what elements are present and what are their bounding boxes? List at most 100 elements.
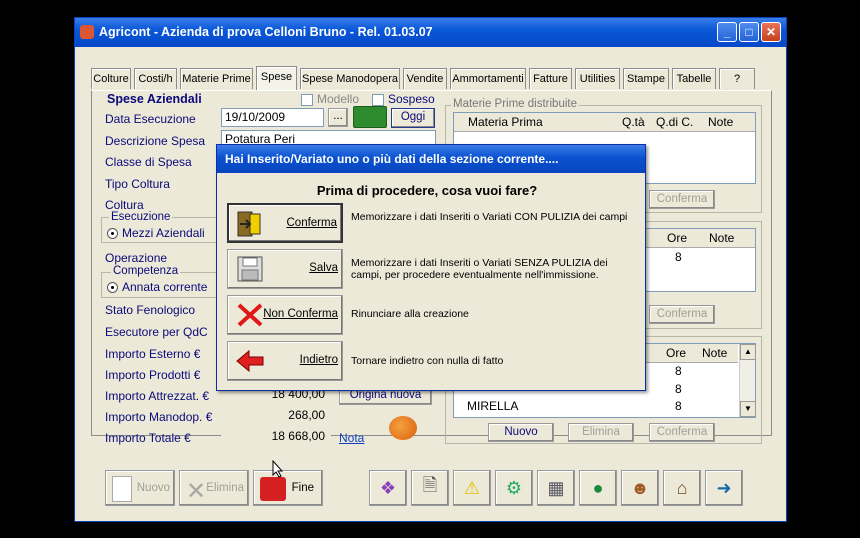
date-picker-button[interactable]: ...	[328, 108, 348, 127]
data-esecuzione-label: Data Esecuzione	[105, 112, 196, 126]
indietro-button[interactable]: Indietro	[227, 341, 343, 381]
tab-materie-prime[interactable]: Materie Prime	[180, 68, 253, 89]
tab-costi[interactable]: Costi/h	[134, 68, 177, 89]
descrizione-label: Descrizione Spesa	[105, 134, 206, 148]
document-search-icon[interactable]: 🗎	[411, 470, 449, 506]
col-note: Note	[708, 115, 734, 129]
conferma-button[interactable]: Conferma	[227, 203, 343, 243]
tab-vendite[interactable]: Vendite	[403, 68, 447, 89]
people-icon[interactable]: ⚙	[495, 470, 533, 506]
classe-label: Classe di Spesa	[105, 155, 192, 169]
calculator-icon[interactable]: ▦	[537, 470, 575, 506]
shop-icon[interactable]: ⌂	[663, 470, 701, 506]
tab-utilities[interactable]: Utilities	[575, 68, 620, 89]
tipo-coltura-label: Tipo Coltura	[105, 177, 170, 191]
materie-conferma-button[interactable]: Conferma	[649, 190, 715, 209]
col-materia-prima: Materia Prima	[468, 115, 543, 129]
non-conferma-desc: Rinunciare alla creazione	[351, 308, 469, 320]
col-note: Note	[702, 346, 728, 360]
minimize-icon[interactable]: _	[717, 22, 737, 42]
salva-button[interactable]: Salva	[227, 249, 343, 289]
red-x-icon	[234, 300, 266, 330]
materie-prime-header: Materia Prima Q.tà Q.di C. Note	[454, 113, 755, 132]
scrollbar[interactable]: ▲ ▼	[739, 344, 756, 417]
close-icon[interactable]: ✕	[761, 22, 781, 42]
elimina-button[interactable]: ✕ Elimina	[179, 470, 249, 506]
indietro-desc: Tornare indietro con nulla di fatto	[351, 355, 504, 367]
warning-icon[interactable]: ⚠	[453, 470, 491, 506]
nota-link[interactable]: Nota	[339, 431, 364, 445]
grid3-conferma-button[interactable]: Conferma	[649, 423, 715, 442]
help-book-icon[interactable]: ❖	[369, 470, 407, 506]
col-qdic: Q.di C.	[656, 115, 694, 129]
tab-colture[interactable]: Colture	[91, 68, 131, 89]
fine-button[interactable]: Fine	[253, 470, 323, 506]
nuovo-label: Nuovo	[136, 482, 170, 494]
door-enter-icon	[235, 209, 267, 239]
stato-fenologico-label: Stato Fenologico	[105, 303, 196, 317]
col-note: Note	[709, 231, 735, 245]
annata-corrente-radio[interactable]	[107, 282, 118, 293]
nuovo-row-button[interactable]: Nuovo	[488, 423, 554, 442]
table-row: 8	[675, 399, 682, 413]
tab-spese[interactable]: Spese	[256, 66, 297, 90]
group-title: Spese Aziendali	[107, 92, 202, 106]
data-esecuzione-field[interactable]: 19/10/2009	[221, 108, 324, 127]
esecutore-label: Esecutore per QdC	[105, 325, 208, 339]
importo-manodop-value: 268,00	[221, 407, 331, 426]
indietro-label: Indietro	[299, 354, 338, 366]
exit-door-icon[interactable]: ➜	[705, 470, 743, 506]
oggi-button[interactable]: Oggi	[391, 108, 435, 128]
salva-label: Salva	[309, 262, 338, 274]
money-icon[interactable]	[353, 106, 387, 128]
tab-help[interactable]: ?	[719, 68, 755, 89]
new-document-icon	[112, 476, 132, 502]
grid2-conferma-button[interactable]: Conferma	[649, 305, 715, 324]
esecuzione-title: Esecuzione	[109, 211, 173, 223]
scroll-up-icon[interactable]: ▲	[740, 344, 756, 360]
app-icon	[80, 25, 94, 39]
dialog-title: Hai Inserito/Variato uno o più dati dell…	[217, 145, 645, 173]
tab-tabelle[interactable]: Tabelle	[672, 68, 716, 89]
delete-x-icon: ✕	[186, 478, 207, 505]
dialog-question: Prima di procedere, cosa vuoi fare?	[316, 183, 538, 198]
back-arrow-icon	[234, 346, 266, 376]
importo-totale-value: 18 668,00	[221, 428, 331, 447]
maximize-icon[interactable]: □	[739, 22, 759, 42]
fine-label: Fine	[291, 482, 314, 494]
sospeso-checkbox[interactable]	[372, 94, 384, 106]
col-ore: Ore	[666, 346, 687, 360]
non-conferma-label: Non Conferma	[263, 308, 338, 320]
table-row-name: MIRELLA	[467, 399, 519, 413]
importo-totale-label: Importo Totale €	[105, 431, 191, 445]
elimina-label: Elimina	[206, 482, 244, 494]
window-title: Agricont - Azienda di prova Celloni Brun…	[99, 25, 433, 39]
pumpkin-icon[interactable]	[389, 416, 417, 440]
conferma-desc: Memorizzare i dati Inseriti o Variati CO…	[351, 211, 628, 223]
title-bar[interactable]: Agricont - Azienda di prova Celloni Brun…	[75, 18, 786, 47]
tab-ammortamenti[interactable]: Ammortamenti	[450, 68, 526, 89]
coltura-label: Coltura	[105, 198, 144, 212]
operazione-label: Operazione	[105, 251, 168, 265]
table-row: 8	[675, 250, 682, 264]
sospeso-label: Sospeso	[388, 92, 435, 106]
scroll-down-icon[interactable]: ▼	[740, 401, 756, 417]
globe-icon[interactable]: ●	[579, 470, 617, 506]
exit-box-icon	[260, 477, 286, 501]
tab-spese-manodopera[interactable]: Spese Manodopera	[300, 68, 400, 89]
tab-fatture[interactable]: Fatture	[529, 68, 572, 89]
nuovo-button[interactable]: Nuovo	[105, 470, 175, 506]
tab-stampe[interactable]: Stampe	[623, 68, 669, 89]
mezzi-aziendali-radio[interactable]	[107, 228, 118, 239]
table-row: 8	[675, 364, 682, 378]
users-icon[interactable]: ☻	[621, 470, 659, 506]
modello-checkbox[interactable]	[301, 94, 313, 106]
modello-label: Modello	[317, 92, 360, 106]
competenza-title: Competenza	[111, 265, 181, 277]
elimina-row-button[interactable]: Elimina	[568, 423, 634, 442]
conferma-label: Conferma	[286, 217, 338, 229]
importo-attrezzat-label: Importo Attrezzat. €	[105, 389, 210, 403]
mouse-cursor-icon	[272, 460, 284, 478]
non-conferma-button[interactable]: Non Conferma	[227, 295, 343, 335]
salva-desc: Memorizzare i dati Inseriti o Variati SE…	[351, 257, 608, 281]
